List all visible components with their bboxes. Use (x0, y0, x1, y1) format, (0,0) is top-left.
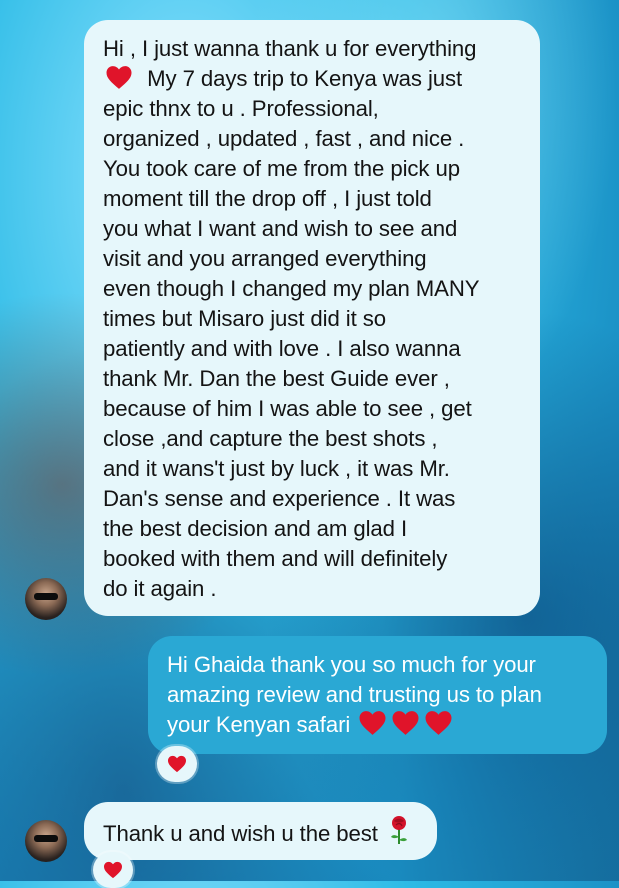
sent-message-bubble[interactable]: Hi Ghaida thank you so much for your ama… (148, 636, 607, 754)
message-line: moment till the drop off , I just told (103, 186, 432, 211)
sender-avatar[interactable] (25, 820, 67, 862)
message-line: you what I want and wish to see and (103, 216, 458, 241)
message-line: Thank u and wish u the best (103, 815, 437, 849)
red-heart-icon (106, 66, 132, 89)
message-line: My 7 days trip to Kenya was just (103, 64, 540, 94)
message-line: because of him I was able to see , get (103, 396, 472, 421)
rose-icon (390, 816, 407, 844)
red-heart-icon (392, 711, 419, 735)
sender-avatar[interactable] (25, 578, 67, 620)
message-line-text: My 7 days trip to Kenya was just (147, 66, 463, 91)
message-line: Hi , I just wanna thank u for everything (103, 36, 477, 61)
message-line-text: Thank u and wish u the best (103, 821, 378, 846)
message-line: Hi Ghaida thank you so much for your (167, 652, 536, 677)
message-line: close ,and capture the best shots , (103, 426, 438, 451)
message-line: and it wans't just by luck , it was Mr. (103, 456, 450, 481)
message-line: do it again . (103, 576, 217, 601)
message-line: thank Mr. Dan the best Guide ever , (103, 366, 450, 391)
red-heart-icon (425, 711, 452, 735)
message-line: the best decision and am glad I (103, 516, 408, 541)
message-line: times but Misaro just did it so (103, 306, 386, 331)
message-line: organized , updated , fast , and nice . (103, 126, 465, 151)
red-heart-icon (168, 755, 186, 773)
message-line-text: your Kenyan safari (167, 712, 351, 737)
message-line: booked with them and will definitely (103, 546, 448, 571)
message-line: amazing review and trusting us to plan (167, 682, 542, 707)
message-line: your Kenyan safari (167, 710, 607, 740)
red-heart-icon (359, 711, 386, 735)
message-line: visit and you arranged everything (103, 246, 427, 271)
heart-reaction-badge[interactable] (93, 852, 133, 888)
message-line: You took care of me from the pick up (103, 156, 460, 181)
message-line: Dan's sense and experience . It was (103, 486, 456, 511)
received-message-bubble[interactable]: Hi , I just wanna thank u for everything… (84, 20, 540, 616)
received-message-bubble[interactable]: Thank u and wish u the best (84, 802, 437, 860)
red-heart-icon (104, 861, 122, 879)
message-line: epic thnx to u . Professional, (103, 96, 379, 121)
message-line: patiently and with love . I also wanna (103, 336, 461, 361)
message-line: even though I changed my plan MANY (103, 276, 480, 301)
heart-reaction-badge[interactable] (157, 746, 197, 782)
